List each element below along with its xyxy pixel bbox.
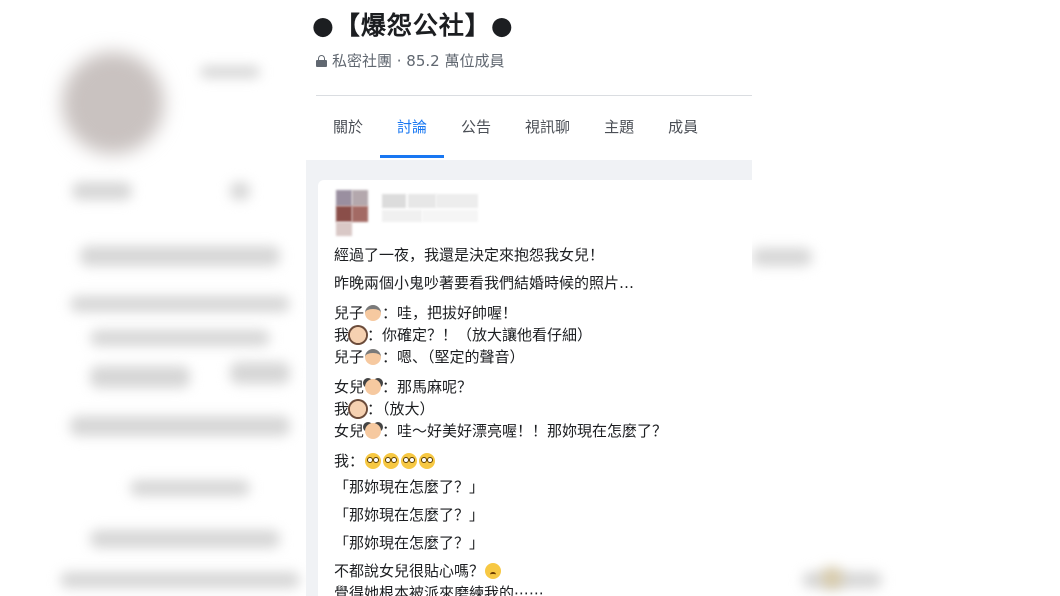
blurred-text — [90, 330, 270, 346]
blurred-text — [200, 66, 260, 78]
flushed-face-emoji-icon — [419, 453, 436, 469]
flushed-face-emoji-icon — [401, 453, 418, 469]
group-tabs: 關於 討論 公告 視訊聊 主題 成員 — [316, 96, 752, 158]
lock-icon — [316, 54, 327, 67]
post-line: 我： — [334, 450, 746, 472]
boy-emoji-icon — [365, 349, 382, 365]
flushed-face-emoji-icon — [365, 453, 382, 469]
discussion-feed: 經過了一夜，我還是決定來抱怨我女兒！ 昨晚兩個小鬼吵著要看我們結婚時候的照片… … — [306, 160, 752, 596]
post-line: 「那妳現在怎麼了？」 — [334, 534, 485, 552]
post-line: 「那妳現在怎麼了？」 — [334, 506, 485, 524]
blurred-text — [70, 296, 290, 312]
blurred-text — [70, 416, 290, 436]
post-line: 覺得她根本被派來磨練我的⋯⋯ — [334, 584, 545, 596]
post-line: 兒子 ：嗯、（堅定的聲音） — [334, 348, 525, 366]
blurred-avatar — [62, 52, 164, 154]
blurred-text — [752, 248, 812, 266]
post-author-pixelated — [336, 190, 486, 238]
blurred-text — [230, 362, 290, 384]
blurred-background-right — [752, 160, 1060, 596]
girl-emoji-icon — [365, 423, 382, 439]
blurred-text — [80, 246, 280, 266]
post-line: 「那妳現在怎麼了？」 — [334, 478, 485, 496]
blurred-text — [90, 530, 280, 548]
tab-members[interactable]: 成員 — [651, 96, 715, 158]
group-page-screenshot: ●【爆怨公社】● 私密社團 · 85.2 萬位成員 關於 討論 公告 視訊聊 主… — [306, 0, 752, 596]
girl-emoji-icon — [365, 379, 382, 395]
post-card: 經過了一夜，我還是決定來抱怨我女兒！ 昨晚兩個小鬼吵著要看我們結婚時候的照片… … — [318, 180, 752, 596]
post-line: 經過了一夜，我還是決定來抱怨我女兒！ — [334, 246, 605, 264]
sad-face-emoji-icon — [485, 563, 502, 579]
boy-emoji-icon — [365, 305, 382, 321]
post-line: 兒子 ：哇，把拔好帥喔！ — [334, 304, 518, 322]
tab-discussion[interactable]: 討論 — [380, 96, 445, 158]
blurred-text — [230, 182, 250, 200]
flushed-face-emoji-icon — [383, 453, 400, 469]
blurred-text — [72, 182, 132, 200]
group-meta-text: 私密社團 · 85.2 萬位成員 — [332, 52, 505, 70]
post-line: 女兒 ：那馬麻呢？ — [334, 378, 473, 396]
group-title: ●【爆怨公社】● — [312, 11, 514, 40]
post-line: 我：你確定？！（放大讓他看仔細） — [334, 326, 593, 344]
post-line: 女兒 ：哇～好美好漂亮喔！！那妳現在怎麼了？ — [334, 422, 668, 440]
post-line: 不都說女兒很貼心嗎？ — [334, 560, 746, 582]
tab-announcements[interactable]: 公告 — [444, 96, 508, 158]
group-meta: 私密社團 · 85.2 萬位成員 — [316, 50, 504, 71]
blurred-text — [802, 572, 882, 588]
blurred-background-left — [0, 0, 306, 596]
blurred-text — [90, 366, 190, 388]
post-line: 我：（放大） — [334, 400, 435, 418]
blurred-text — [60, 572, 300, 588]
tab-topics[interactable]: 主題 — [587, 96, 651, 158]
woman-emoji-icon — [350, 327, 367, 343]
post-body: 經過了一夜，我還是決定來抱怨我女兒！ 昨晚兩個小鬼吵著要看我們結婚時候的照片… … — [334, 244, 746, 596]
woman-emoji-icon — [350, 401, 367, 417]
blurred-emoji — [822, 568, 842, 588]
tab-about[interactable]: 關於 — [316, 96, 380, 158]
blurred-text — [130, 480, 250, 496]
post-line: 昨晚兩個小鬼吵著要看我們結婚時候的照片… — [334, 274, 635, 292]
tab-video-chat[interactable]: 視訊聊 — [508, 96, 587, 158]
